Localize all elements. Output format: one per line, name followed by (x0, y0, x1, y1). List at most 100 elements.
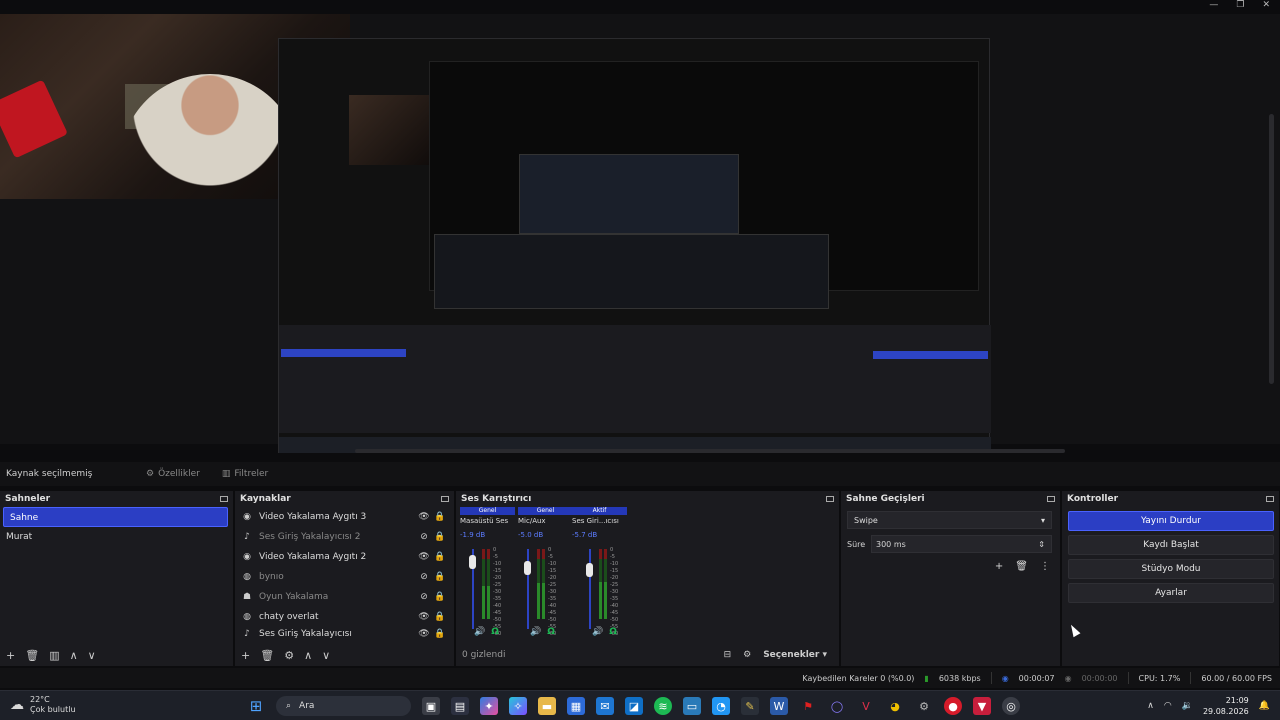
preview-canvas[interactable] (0, 14, 1280, 453)
visibility-icon[interactable]: 👁 (416, 612, 432, 622)
visibility-icon[interactable]: 👁 (416, 512, 432, 522)
gear-icon[interactable]: ⚙ (284, 649, 294, 662)
mixer-options-button[interactable]: Seçenekler ▾ (763, 650, 827, 660)
lock-icon[interactable]: 🔒 (432, 612, 448, 622)
scene-item-sahne[interactable]: Sahne (3, 507, 228, 527)
taskbar-search[interactable]: ⌕ Ara (276, 696, 411, 716)
hidden-icon[interactable]: ⊘ (416, 572, 432, 582)
mic-icon: ♪ (244, 629, 250, 639)
pdf-icon[interactable]: ⚑ (799, 697, 817, 715)
transition-select[interactable]: Swipe ▾ (847, 511, 1052, 529)
lock-icon[interactable]: 🔒 (432, 629, 448, 639)
trash-icon[interactable]: 🗑 (1015, 561, 1028, 572)
lock-icon[interactable]: 🔒 (432, 552, 448, 562)
tool-icon[interactable]: ✎ (741, 697, 759, 715)
settings-icon[interactable]: ⚙ (743, 650, 751, 660)
obs-icon[interactable]: ◎ (1002, 697, 1020, 715)
valorant-icon[interactable]: V (857, 697, 875, 715)
vertical-scrollbar[interactable] (1269, 114, 1274, 384)
sources-title: Kaynaklar (240, 494, 291, 504)
volume-fader[interactable] (469, 555, 476, 569)
headphones-icon[interactable]: Ω (547, 627, 555, 637)
volume-fader[interactable] (524, 561, 531, 575)
task-view-icon[interactable]: ▣ (422, 697, 440, 715)
add-icon[interactable]: + (241, 649, 250, 662)
scene-item-murat[interactable]: Murat (0, 527, 233, 547)
record-app-icon[interactable]: ● (944, 697, 962, 715)
stop-streaming-button[interactable]: Yayını Durdur (1068, 511, 1274, 531)
chat-icon[interactable]: ◔ (712, 697, 730, 715)
undock-icon[interactable] (441, 496, 449, 502)
photos-icon[interactable]: ◪ (625, 697, 643, 715)
source-item[interactable]: ♪ Ses Giriş Yakalayıcısı 2 ⊘ 🔒 (235, 527, 454, 547)
headphones-icon[interactable]: Ω (609, 627, 617, 637)
add-icon[interactable]: + (6, 649, 15, 662)
layout-icon[interactable]: ⊟ (724, 650, 732, 660)
chevron-up-icon[interactable]: ∧ (1147, 701, 1154, 711)
hidden-icon[interactable]: ⊘ (416, 532, 432, 542)
store-icon[interactable]: ▦ (567, 697, 585, 715)
speaker-icon[interactable]: 🔊 (474, 627, 485, 637)
spotify-icon[interactable]: ≋ (654, 697, 672, 715)
move-up-icon[interactable]: ∧ (70, 649, 78, 662)
circle-app-icon[interactable]: ◯ (828, 697, 846, 715)
more-icon[interactable]: ⋮ (1040, 561, 1050, 572)
volume-icon[interactable]: 🔉 (1182, 701, 1193, 711)
copilot-app-icon[interactable]: ✧ (509, 697, 527, 715)
maximize-button[interactable]: ❐ (1236, 0, 1244, 10)
outlook-icon[interactable]: ✉ (596, 697, 614, 715)
speaker-icon[interactable]: 🔊 (592, 627, 603, 637)
hidden-icon[interactable]: ⊘ (416, 592, 432, 602)
trash-icon[interactable]: 🗑 (25, 649, 39, 662)
horizontal-scrollbar[interactable] (355, 449, 1065, 453)
visibility-icon[interactable]: 👁 (416, 552, 432, 562)
minimize-button[interactable]: — (1209, 0, 1218, 10)
filters-button[interactable]: ▥ Filtreler (222, 469, 268, 479)
copilot-icon[interactable]: ✦ (480, 697, 498, 715)
source-item[interactable]: ◍ bynıo ⊘ 🔒 (235, 567, 454, 587)
source-item[interactable]: ◍ chaty overlat 👁 🔒 (235, 607, 454, 627)
wifi-icon[interactable]: ◠ (1164, 701, 1172, 711)
settings-button[interactable]: Ayarlar (1068, 583, 1274, 603)
studio-mode-button[interactable]: Stüdyo Modu (1068, 559, 1274, 579)
lock-icon[interactable]: 🔒 (432, 532, 448, 542)
lock-icon[interactable]: 🔒 (432, 572, 448, 582)
source-item[interactable]: ◉ Video Yakalama Aygıtı 2 👁 🔒 (235, 547, 454, 567)
source-item[interactable]: ◉ Video Yakalama Aygıtı 3 👁 🔒 (235, 507, 454, 527)
red-app-icon[interactable]: ▼ (973, 697, 991, 715)
undock-icon[interactable] (826, 496, 834, 502)
trash-icon[interactable]: 🗑 (260, 649, 274, 662)
source-item[interactable]: ☗ Oyun Yakalama ⊘ 🔒 (235, 587, 454, 607)
properties-button[interactable]: ⚙ Özellikler (146, 469, 200, 479)
speaker-icon[interactable]: 🔊 (530, 627, 541, 637)
move-up-icon[interactable]: ∧ (304, 649, 312, 662)
filter-icon[interactable]: ▥ (49, 649, 59, 662)
word-icon[interactable]: W (770, 697, 788, 715)
notification-icon[interactable]: 🔔 (1259, 701, 1270, 711)
close-button[interactable]: ✕ (1262, 0, 1270, 10)
source-item[interactable]: ♪ Ses Giriş Yakalayıcısı 👁 🔒 (235, 627, 454, 641)
chrome-icon[interactable]: ◕ (886, 697, 904, 715)
move-down-icon[interactable]: ∨ (322, 649, 330, 662)
undock-icon[interactable] (1266, 496, 1274, 502)
undock-icon[interactable] (1047, 496, 1055, 502)
volume-fader[interactable] (586, 563, 593, 577)
visibility-icon[interactable]: 👁 (416, 629, 432, 639)
weather-widget[interactable]: ☁ 22°C Çok bulutlu (10, 695, 76, 715)
lock-icon[interactable]: 🔒 (432, 512, 448, 522)
lock-icon[interactable]: 🔒 (432, 592, 448, 602)
start-recording-button[interactable]: Kaydı Başlat (1068, 535, 1274, 555)
undock-icon[interactable] (220, 496, 228, 502)
folder-icon[interactable]: ▬ (538, 697, 556, 715)
headphones-icon[interactable]: Ω (491, 627, 499, 637)
widgets-icon[interactable]: ▤ (451, 697, 469, 715)
signal-icon: ▮ (924, 673, 929, 683)
add-icon[interactable]: + (995, 561, 1003, 572)
windows-start-icon[interactable]: ⊞ (247, 697, 265, 715)
duration-input[interactable]: 300 ms ⇕ (871, 535, 1052, 553)
settings-gear-icon[interactable]: ⚙ (915, 697, 933, 715)
clock[interactable]: 21:09 29.08.2026 (1203, 695, 1249, 717)
move-down-icon[interactable]: ∨ (88, 649, 96, 662)
monitor-icon[interactable]: ▭ (683, 697, 701, 715)
level-meter (537, 583, 540, 619)
